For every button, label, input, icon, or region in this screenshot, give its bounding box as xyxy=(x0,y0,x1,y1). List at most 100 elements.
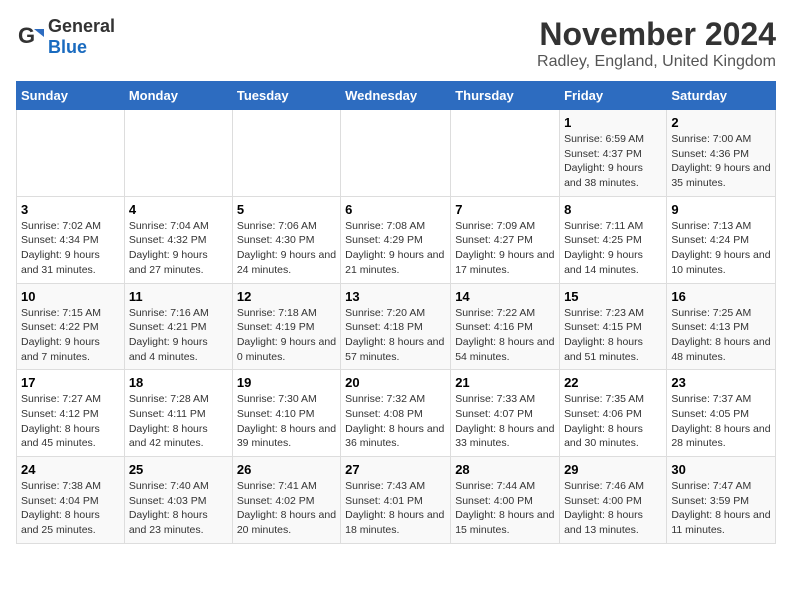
day-info: Sunrise: 7:25 AM Sunset: 4:13 PM Dayligh… xyxy=(671,306,771,365)
logo-blue: Blue xyxy=(48,37,87,57)
header: G General Blue November 2024 Radley, Eng… xyxy=(16,16,776,71)
day-number: 4 xyxy=(129,202,228,217)
calendar-cell: 27 Sunrise: 7:43 AM Sunset: 4:01 PM Dayli… xyxy=(341,457,451,544)
logo-icon: G xyxy=(16,23,44,51)
calendar-week-row: 1Sunrise: 6:59 AM Sunset: 4:37 PM Daylig… xyxy=(17,110,776,197)
calendar-cell: 16 Sunrise: 7:25 AM Sunset: 4:13 PM Dayli… xyxy=(667,283,776,370)
day-info: Sunrise: 7:41 AM Sunset: 4:02 PM Dayligh… xyxy=(237,479,336,538)
day-info: Sunrise: 7:00 AM Sunset: 4:36 PM Dayligh… xyxy=(671,132,771,191)
day-number: 3 xyxy=(21,202,120,217)
day-info: Sunrise: 7:46 AM Sunset: 4:00 PM Dayligh… xyxy=(564,479,662,538)
day-info: Sunrise: 7:40 AM Sunset: 4:03 PM Dayligh… xyxy=(129,479,228,538)
calendar-cell xyxy=(341,110,451,197)
day-number: 27 xyxy=(345,462,446,477)
title-area: November 2024 Radley, England, United Ki… xyxy=(537,16,776,71)
day-number: 13 xyxy=(345,289,446,304)
calendar-cell: 13 Sunrise: 7:20 AM Sunset: 4:18 PM Dayli… xyxy=(341,283,451,370)
day-info: Sunrise: 7:43 AM Sunset: 4:01 PM Dayligh… xyxy=(345,479,446,538)
calendar-week-row: 17Sunrise: 7:27 AM Sunset: 4:12 PM Dayli… xyxy=(17,370,776,457)
month-title: November 2024 xyxy=(537,16,776,53)
calendar-cell: 20 Sunrise: 7:32 AM Sunset: 4:08 PM Dayli… xyxy=(341,370,451,457)
day-info: Sunrise: 7:15 AM Sunset: 4:22 PM Dayligh… xyxy=(21,306,120,365)
calendar-cell: 24 Sunrise: 7:38 AM Sunset: 4:04 PM Dayli… xyxy=(17,457,125,544)
calendar-cell: 28 Sunrise: 7:44 AM Sunset: 4:00 PM Dayli… xyxy=(451,457,560,544)
day-number: 16 xyxy=(671,289,771,304)
day-info: Sunrise: 7:32 AM Sunset: 4:08 PM Dayligh… xyxy=(345,392,446,451)
day-number: 15 xyxy=(564,289,662,304)
day-info: Sunrise: 7:16 AM Sunset: 4:21 PM Dayligh… xyxy=(129,306,228,365)
day-number: 18 xyxy=(129,375,228,390)
day-info: Sunrise: 7:30 AM Sunset: 4:10 PM Dayligh… xyxy=(237,392,336,451)
day-number: 26 xyxy=(237,462,336,477)
day-number: 12 xyxy=(237,289,336,304)
weekday-header: Sunday xyxy=(17,82,125,110)
day-info: Sunrise: 7:02 AM Sunset: 4:34 PM Dayligh… xyxy=(21,219,120,278)
day-info: Sunrise: 7:44 AM Sunset: 4:00 PM Dayligh… xyxy=(455,479,555,538)
calendar-cell: 12Sunrise: 7:18 AM Sunset: 4:19 PM Dayli… xyxy=(232,283,340,370)
day-number: 22 xyxy=(564,375,662,390)
location-title: Radley, England, United Kingdom xyxy=(537,53,776,71)
day-number: 24 xyxy=(21,462,120,477)
day-number: 5 xyxy=(237,202,336,217)
calendar-cell: 23 Sunrise: 7:37 AM Sunset: 4:05 PM Dayli… xyxy=(667,370,776,457)
calendar-cell xyxy=(232,110,340,197)
day-number: 11 xyxy=(129,289,228,304)
calendar-table: SundayMondayTuesdayWednesdayThursdayFrid… xyxy=(16,81,776,544)
calendar-cell: 22 Sunrise: 7:35 AM Sunset: 4:06 PM Dayli… xyxy=(560,370,667,457)
calendar-cell: 7Sunrise: 7:09 AM Sunset: 4:27 PM Daylig… xyxy=(451,196,560,283)
calendar-cell: 6 Sunrise: 7:08 AM Sunset: 4:29 PM Daylig… xyxy=(341,196,451,283)
day-number: 25 xyxy=(129,462,228,477)
calendar-cell xyxy=(17,110,125,197)
logo: G General Blue xyxy=(16,16,115,58)
day-number: 19 xyxy=(237,375,336,390)
day-info: Sunrise: 7:09 AM Sunset: 4:27 PM Dayligh… xyxy=(455,219,555,278)
calendar-week-row: 10Sunrise: 7:15 AM Sunset: 4:22 PM Dayli… xyxy=(17,283,776,370)
calendar-cell: 14Sunrise: 7:22 AM Sunset: 4:16 PM Dayli… xyxy=(451,283,560,370)
day-number: 9 xyxy=(671,202,771,217)
calendar-cell xyxy=(451,110,560,197)
day-number: 21 xyxy=(455,375,555,390)
calendar-cell: 19 Sunrise: 7:30 AM Sunset: 4:10 PM Dayli… xyxy=(232,370,340,457)
calendar-header-row: SundayMondayTuesdayWednesdayThursdayFrid… xyxy=(17,82,776,110)
calendar-cell xyxy=(124,110,232,197)
day-info: Sunrise: 7:38 AM Sunset: 4:04 PM Dayligh… xyxy=(21,479,120,538)
day-number: 1 xyxy=(564,115,662,130)
svg-text:G: G xyxy=(18,23,35,48)
day-number: 8 xyxy=(564,202,662,217)
calendar-cell: 15 Sunrise: 7:23 AM Sunset: 4:15 PM Dayli… xyxy=(560,283,667,370)
day-info: Sunrise: 7:35 AM Sunset: 4:06 PM Dayligh… xyxy=(564,392,662,451)
day-info: Sunrise: 7:22 AM Sunset: 4:16 PM Dayligh… xyxy=(455,306,555,365)
calendar-cell: 29 Sunrise: 7:46 AM Sunset: 4:00 PM Dayli… xyxy=(560,457,667,544)
calendar-cell: 2 Sunrise: 7:00 AM Sunset: 4:36 PM Daylig… xyxy=(667,110,776,197)
weekday-header: Friday xyxy=(560,82,667,110)
day-number: 6 xyxy=(345,202,446,217)
day-number: 30 xyxy=(671,462,771,477)
day-number: 29 xyxy=(564,462,662,477)
day-info: Sunrise: 7:28 AM Sunset: 4:11 PM Dayligh… xyxy=(129,392,228,451)
day-number: 20 xyxy=(345,375,446,390)
weekday-header: Saturday xyxy=(667,82,776,110)
day-number: 2 xyxy=(671,115,771,130)
day-number: 28 xyxy=(455,462,555,477)
day-info: Sunrise: 7:04 AM Sunset: 4:32 PM Dayligh… xyxy=(129,219,228,278)
day-info: Sunrise: 7:06 AM Sunset: 4:30 PM Dayligh… xyxy=(237,219,336,278)
calendar-cell: 10Sunrise: 7:15 AM Sunset: 4:22 PM Dayli… xyxy=(17,283,125,370)
weekday-header: Tuesday xyxy=(232,82,340,110)
calendar-week-row: 24 Sunrise: 7:38 AM Sunset: 4:04 PM Dayli… xyxy=(17,457,776,544)
day-number: 23 xyxy=(671,375,771,390)
day-info: Sunrise: 7:11 AM Sunset: 4:25 PM Dayligh… xyxy=(564,219,662,278)
day-info: Sunrise: 7:08 AM Sunset: 4:29 PM Dayligh… xyxy=(345,219,446,278)
calendar-week-row: 3 Sunrise: 7:02 AM Sunset: 4:34 PM Daylig… xyxy=(17,196,776,283)
day-info: Sunrise: 7:23 AM Sunset: 4:15 PM Dayligh… xyxy=(564,306,662,365)
day-info: Sunrise: 7:13 AM Sunset: 4:24 PM Dayligh… xyxy=(671,219,771,278)
weekday-header: Thursday xyxy=(451,82,560,110)
calendar-cell: 18 Sunrise: 7:28 AM Sunset: 4:11 PM Dayli… xyxy=(124,370,232,457)
weekday-header: Wednesday xyxy=(341,82,451,110)
day-info: Sunrise: 7:37 AM Sunset: 4:05 PM Dayligh… xyxy=(671,392,771,451)
day-info: Sunrise: 7:20 AM Sunset: 4:18 PM Dayligh… xyxy=(345,306,446,365)
calendar-cell: 30Sunrise: 7:47 AM Sunset: 3:59 PM Dayli… xyxy=(667,457,776,544)
calendar-cell: 4 Sunrise: 7:04 AM Sunset: 4:32 PM Daylig… xyxy=(124,196,232,283)
calendar-cell: 25 Sunrise: 7:40 AM Sunset: 4:03 PM Dayli… xyxy=(124,457,232,544)
calendar-cell: 1Sunrise: 6:59 AM Sunset: 4:37 PM Daylig… xyxy=(560,110,667,197)
calendar-cell: 17Sunrise: 7:27 AM Sunset: 4:12 PM Dayli… xyxy=(17,370,125,457)
